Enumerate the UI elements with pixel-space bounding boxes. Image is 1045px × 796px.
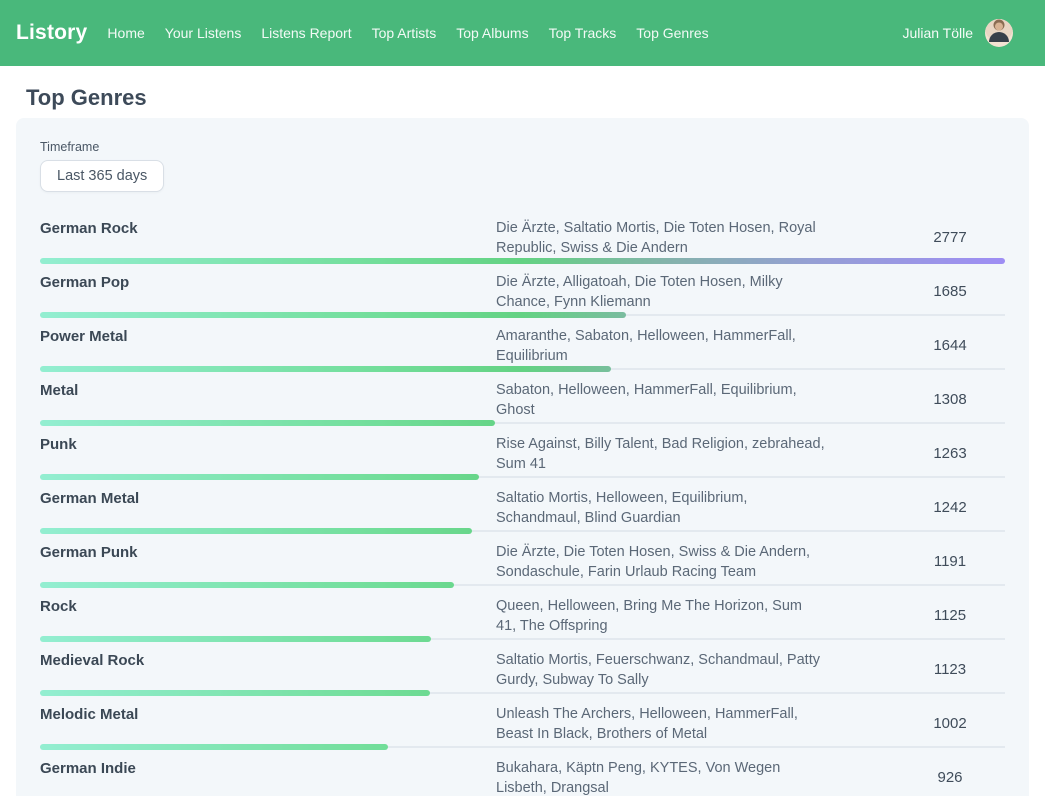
genre-name: Metal: [40, 380, 496, 401]
genre-artists: Die Ärzte, Die Toten Hosen, Swiss & Die …: [496, 542, 826, 582]
genre-plays: 2777: [895, 228, 1005, 248]
genre-bar-track: [40, 474, 1005, 480]
genre-name: German Pop: [40, 272, 496, 293]
nav-link-listens-report[interactable]: Listens Report: [261, 25, 351, 41]
genre-bar: [40, 690, 430, 696]
genre-row: Punk Rise Against, Billy Talent, Bad Rel…: [40, 426, 1005, 480]
user-photo-icon: [985, 19, 1013, 47]
genre-bar-track: [40, 636, 1005, 642]
genre-name: Power Metal: [40, 326, 496, 347]
user-avatar[interactable]: [985, 19, 1013, 47]
genre-bar: [40, 528, 472, 534]
nav-link-top-albums[interactable]: Top Albums: [456, 25, 528, 41]
genre-artists: Saltatio Mortis, Feuerschwanz, Schandmau…: [496, 650, 826, 690]
genre-bar-track: [40, 420, 1005, 426]
main-nav: Home Your Listens Listens Report Top Artist…: [107, 25, 708, 41]
genre-row: Power Metal Amaranthe, Sabaton, Hellowee…: [40, 318, 1005, 372]
genre-table: German Rock Die Ärzte, Saltatio Mortis, …: [40, 210, 1005, 796]
genre-plays: 1002: [895, 714, 1005, 734]
genre-plays: 1191: [895, 552, 1005, 572]
genre-row: Metal Sabaton, Helloween, HammerFall, Eq…: [40, 372, 1005, 426]
user-name[interactable]: Julian Tölle: [902, 25, 973, 41]
genre-bar-track: [40, 528, 1005, 534]
genre-name: Medieval Rock: [40, 650, 496, 671]
brand-logo[interactable]: Listory: [16, 21, 87, 45]
genre-bar-track: [40, 312, 1005, 318]
genre-artists: Unleash The Archers, Helloween, HammerFa…: [496, 704, 826, 744]
genre-bar-track: [40, 582, 1005, 588]
genre-plays: 1242: [895, 498, 1005, 518]
genre-plays: 1123: [895, 660, 1005, 680]
genre-plays: 926: [895, 768, 1005, 788]
genre-name: German Metal: [40, 488, 496, 509]
genre-name: German Indie: [40, 758, 496, 779]
genre-plays: 1263: [895, 444, 1005, 464]
genre-bar: [40, 582, 454, 588]
genre-row: Melodic Metal Unleash The Archers, Hello…: [40, 696, 1005, 750]
genre-artists: Bukahara, Käptn Peng, KYTES, Von Wegen L…: [496, 758, 826, 796]
genre-bar-track: [40, 690, 1005, 696]
genre-row: German Indie Bukahara, Käptn Peng, KYTES…: [40, 750, 1005, 796]
genre-name: Punk: [40, 434, 496, 455]
genre-row: Medieval Rock Saltatio Mortis, Feuerschw…: [40, 642, 1005, 696]
genre-bar-track: [40, 366, 1005, 372]
genre-row: German Pop Die Ärzte, Alligatoah, Die To…: [40, 264, 1005, 318]
nav-link-your-listens[interactable]: Your Listens: [165, 25, 242, 41]
genre-plays: 1125: [895, 606, 1005, 626]
genre-row: Rock Queen, Helloween, Bring Me The Hori…: [40, 588, 1005, 642]
genre-artists: Queen, Helloween, Bring Me The Horizon, …: [496, 596, 826, 636]
timeframe-label: Timeframe: [40, 140, 1005, 154]
genre-artists: Die Ärzte, Saltatio Mortis, Die Toten Ho…: [496, 218, 826, 258]
timeframe-select[interactable]: Last 365 days: [40, 160, 164, 192]
nav-link-home[interactable]: Home: [107, 25, 144, 41]
genre-artists: Amaranthe, Sabaton, Helloween, HammerFal…: [496, 326, 826, 366]
genre-artists: Saltatio Mortis, Helloween, Equilibrium,…: [496, 488, 826, 528]
genre-plays: 1644: [895, 336, 1005, 356]
genre-name: German Rock: [40, 218, 496, 239]
genre-artists: Die Ärzte, Alligatoah, Die Toten Hosen, …: [496, 272, 826, 312]
genre-bar: [40, 420, 495, 426]
page-title: Top Genres: [26, 84, 1029, 112]
genre-artists: Sabaton, Helloween, HammerFall, Equilibr…: [496, 380, 826, 420]
genre-bar-track: [40, 744, 1005, 750]
genre-bar: [40, 744, 388, 750]
genre-bar: [40, 312, 626, 318]
genre-plays: 1685: [895, 282, 1005, 302]
genre-plays: 1308: [895, 390, 1005, 410]
genre-name: Melodic Metal: [40, 704, 496, 725]
genre-row: German Punk Die Ärzte, Die Toten Hosen, …: [40, 534, 1005, 588]
genre-name: Rock: [40, 596, 496, 617]
main-content: Top Genres Timeframe Last 365 days Germa…: [0, 66, 1045, 796]
navbar: Listory Home Your Listens Listens Report To…: [0, 0, 1045, 66]
genre-bar: [40, 366, 611, 372]
nav-link-top-artists[interactable]: Top Artists: [372, 25, 437, 41]
nav-link-top-tracks[interactable]: Top Tracks: [549, 25, 617, 41]
genre-bar: [40, 474, 479, 480]
top-genres-card: Timeframe Last 365 days German Rock Die …: [16, 118, 1029, 796]
genre-bar-track: [40, 258, 1005, 264]
genre-row: German Metal Saltatio Mortis, Helloween,…: [40, 480, 1005, 534]
nav-link-top-genres[interactable]: Top Genres: [636, 25, 708, 41]
genre-bar: [40, 258, 1005, 264]
genre-artists: Rise Against, Billy Talent, Bad Religion…: [496, 434, 826, 474]
genre-name: German Punk: [40, 542, 496, 563]
genre-bar: [40, 636, 431, 642]
genre-row: German Rock Die Ärzte, Saltatio Mortis, …: [40, 210, 1005, 264]
